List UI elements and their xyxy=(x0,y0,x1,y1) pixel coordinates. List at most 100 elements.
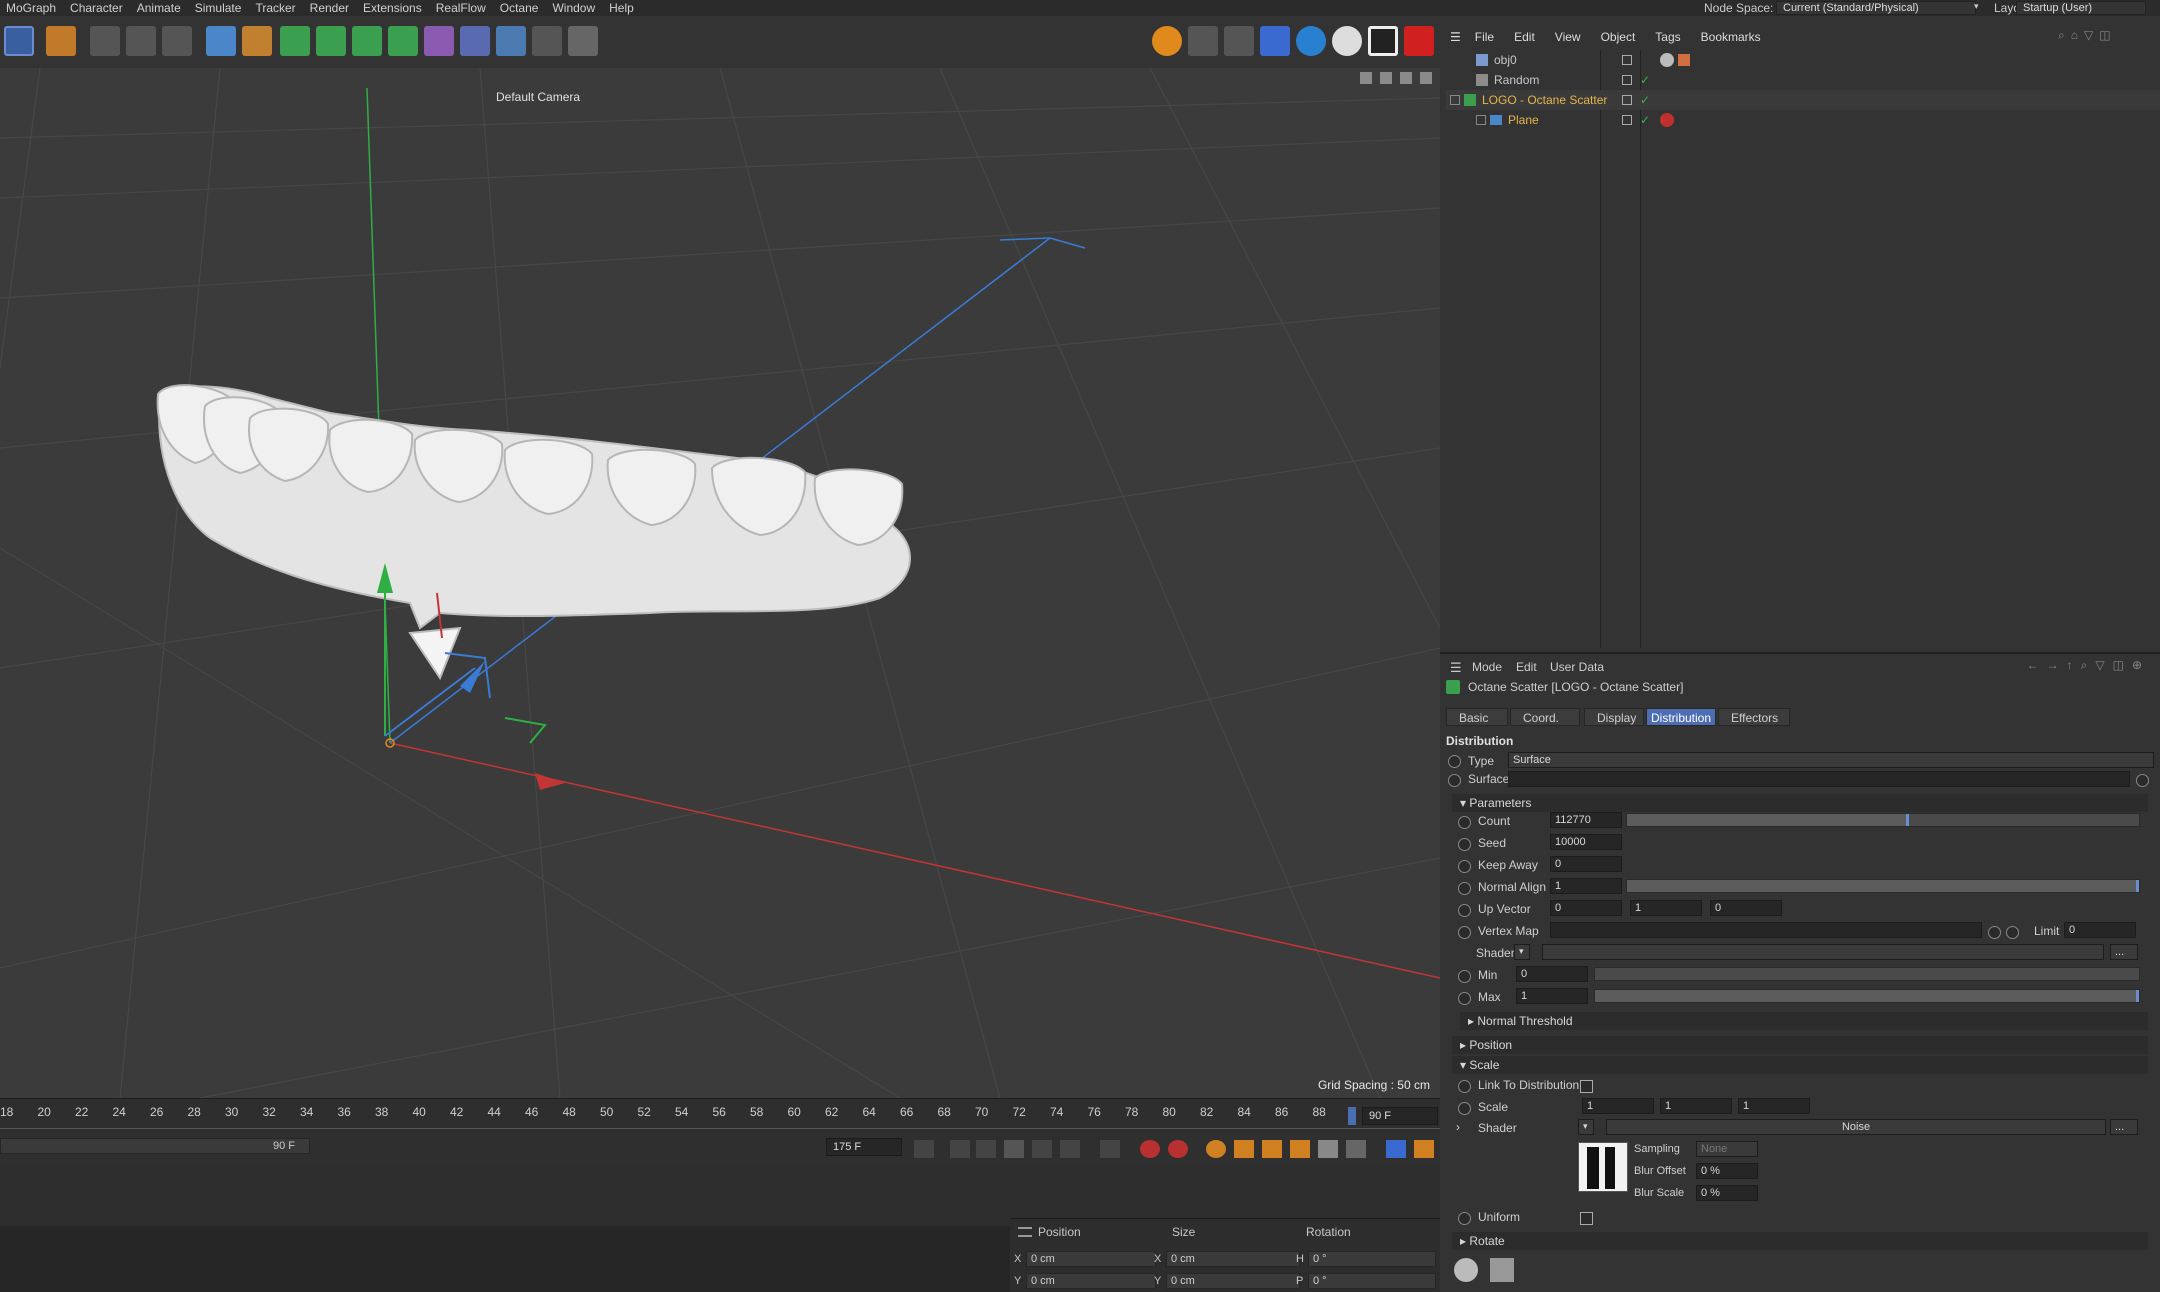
deformer-icon[interactable] xyxy=(424,26,454,56)
normal-threshold-group[interactable]: ▸ Normal Threshold xyxy=(1460,1012,2148,1030)
range-slider[interactable]: 90 F xyxy=(0,1138,310,1154)
menu-tracker[interactable]: Tracker xyxy=(249,1,303,15)
pla-key-icon[interactable] xyxy=(1346,1140,1366,1158)
render-region-icon[interactable] xyxy=(90,26,120,56)
obj-menu-edit[interactable]: Edit xyxy=(1514,30,1535,44)
size-x-input[interactable]: 0 cm xyxy=(1166,1251,1300,1267)
record-icon[interactable] xyxy=(1140,1140,1160,1158)
tab-coord[interactable]: Coord. xyxy=(1510,708,1580,726)
attr-menu-mode[interactable]: Mode xyxy=(1472,660,1502,674)
check-icon[interactable]: ✓ xyxy=(1640,93,1650,107)
octane-settings-icon[interactable] xyxy=(1224,26,1254,56)
animate-toggle[interactable] xyxy=(1458,992,1471,1005)
max-input[interactable]: 1 xyxy=(1516,988,1588,1004)
octane-material-icon[interactable] xyxy=(1296,26,1326,56)
uniform-checkbox[interactable] xyxy=(1580,1212,1593,1225)
menu-extensions[interactable]: Extensions xyxy=(357,1,430,15)
animate-toggle[interactable] xyxy=(1458,1102,1471,1115)
next-frame-icon[interactable] xyxy=(1032,1140,1052,1158)
floor-icon[interactable] xyxy=(496,26,526,56)
sampling-dropdown[interactable]: None xyxy=(1696,1141,1758,1157)
tab-display[interactable]: Display xyxy=(1584,708,1644,726)
undo-icon[interactable] xyxy=(4,26,34,56)
rotation-key-icon[interactable] xyxy=(1290,1140,1310,1158)
blur-offset-input[interactable]: 0 % xyxy=(1696,1163,1758,1179)
expand-icon[interactable] xyxy=(1476,115,1486,125)
scale-z-input[interactable]: 1 xyxy=(1738,1098,1810,1114)
animate-toggle[interactable] xyxy=(1458,816,1471,829)
menu-mograph[interactable]: MoGraph xyxy=(0,1,64,15)
attr-menu-edit[interactable]: Edit xyxy=(1516,660,1537,674)
shader-more-button[interactable]: ... xyxy=(2110,944,2138,960)
extrude-icon[interactable] xyxy=(316,26,346,56)
octane-download-icon[interactable] xyxy=(1188,26,1218,56)
3d-viewport[interactable]: Default Camera Grid Spacing : 50 cm xyxy=(0,68,1440,1098)
tab-distribution[interactable]: Distribution xyxy=(1646,708,1716,726)
size-y-input[interactable]: 0 cm xyxy=(1166,1273,1300,1289)
count-input[interactable]: 112770 xyxy=(1550,812,1622,828)
normal-align-slider[interactable] xyxy=(1626,879,2140,893)
tag-icon[interactable] xyxy=(1678,54,1690,66)
timeline-ruler[interactable]: 18 20 22 24 26 28 30 32 34 36 38 40 42 44 46 48 50 52 54 56… xyxy=(0,1098,1440,1134)
normal-align-input[interactable]: 1 xyxy=(1550,878,1622,894)
position-group[interactable]: ▸ Position xyxy=(1452,1036,2148,1054)
check-icon[interactable]: ✓ xyxy=(1640,113,1650,127)
go-end-icon[interactable] xyxy=(1100,1140,1120,1158)
mograph-icon[interactable] xyxy=(388,26,418,56)
max-slider[interactable] xyxy=(1594,989,2140,1003)
octane-live-viewer-icon[interactable] xyxy=(1260,26,1290,56)
obj-menu-bookmarks[interactable]: Bookmarks xyxy=(1701,30,1761,44)
param-key-icon[interactable] xyxy=(1318,1140,1338,1158)
limit-input[interactable]: 0 xyxy=(2064,922,2136,938)
play-icon[interactable] xyxy=(1004,1140,1024,1158)
material-tag-icon[interactable] xyxy=(1660,113,1674,127)
menu-character[interactable]: Character xyxy=(64,1,131,15)
scale-y-input[interactable]: 1 xyxy=(1660,1098,1732,1114)
rot-h-input[interactable]: 0 ° xyxy=(1308,1251,1436,1267)
menu-realflow[interactable]: RealFlow xyxy=(430,1,494,15)
obj-menu-tags[interactable]: Tags xyxy=(1655,30,1680,44)
field-icon[interactable] xyxy=(460,26,490,56)
menu-simulate[interactable]: Simulate xyxy=(189,1,250,15)
scale-key-icon[interactable] xyxy=(1262,1140,1282,1158)
link-to-distribution-checkbox[interactable] xyxy=(1580,1080,1593,1093)
up-vector-x-input[interactable]: 0 xyxy=(1550,900,1622,916)
animate-toggle[interactable] xyxy=(1458,1212,1471,1225)
shader-field[interactable] xyxy=(1542,944,2104,960)
pos-y-input[interactable]: 0 cm xyxy=(1026,1273,1156,1289)
octane-s-icon[interactable] xyxy=(1152,26,1182,56)
vertex-map-link-field[interactable] xyxy=(1550,922,1982,938)
position-key-icon[interactable] xyxy=(1234,1140,1254,1158)
render-view-icon[interactable] xyxy=(126,26,156,56)
layer-icon[interactable] xyxy=(1622,55,1632,65)
pos-x-input[interactable]: 0 cm xyxy=(1026,1251,1156,1267)
obj-menu-view[interactable]: View xyxy=(1555,30,1581,44)
animate-toggle[interactable] xyxy=(1458,1080,1471,1093)
animate-toggle[interactable] xyxy=(2006,926,2019,939)
animate-toggle[interactable] xyxy=(1448,774,1461,787)
up-vector-y-input[interactable]: 1 xyxy=(1630,900,1702,916)
obj-menu-file[interactable]: File xyxy=(1475,30,1494,44)
obj-menu-object[interactable]: Object xyxy=(1601,30,1636,44)
pick-icon[interactable] xyxy=(1988,926,2001,939)
object-row-plane[interactable]: Plane ✓ xyxy=(1460,110,2140,130)
pick-icon[interactable] xyxy=(2136,774,2149,787)
attr-menu-user-data[interactable]: User Data xyxy=(1550,660,1604,674)
object-row-logo-octane-scatter[interactable]: LOGO - Octane Scatter ✓ xyxy=(1446,90,2160,110)
go-start-icon[interactable] xyxy=(914,1140,934,1158)
collapse-icon[interactable] xyxy=(1450,95,1460,105)
surface-link-field[interactable] xyxy=(1508,771,2130,787)
menu-help[interactable]: Help xyxy=(603,1,642,15)
octane-record-icon[interactable] xyxy=(1404,26,1434,56)
animate-toggle[interactable] xyxy=(1458,860,1471,873)
animate-toggle[interactable] xyxy=(1458,926,1471,939)
render-settings-icon[interactable] xyxy=(162,26,192,56)
chevron-down-icon[interactable]: ▾ xyxy=(1578,1119,1594,1135)
layer-icon[interactable] xyxy=(1622,75,1632,85)
pen-icon[interactable] xyxy=(242,26,272,56)
octane-toggle-icon[interactable] xyxy=(1368,26,1398,56)
menu-animate[interactable]: Animate xyxy=(131,1,189,15)
type-dropdown[interactable]: Surface xyxy=(1508,752,2154,768)
rot-p-input[interactable]: 0 ° xyxy=(1308,1273,1436,1289)
min-slider[interactable] xyxy=(1594,967,2140,981)
